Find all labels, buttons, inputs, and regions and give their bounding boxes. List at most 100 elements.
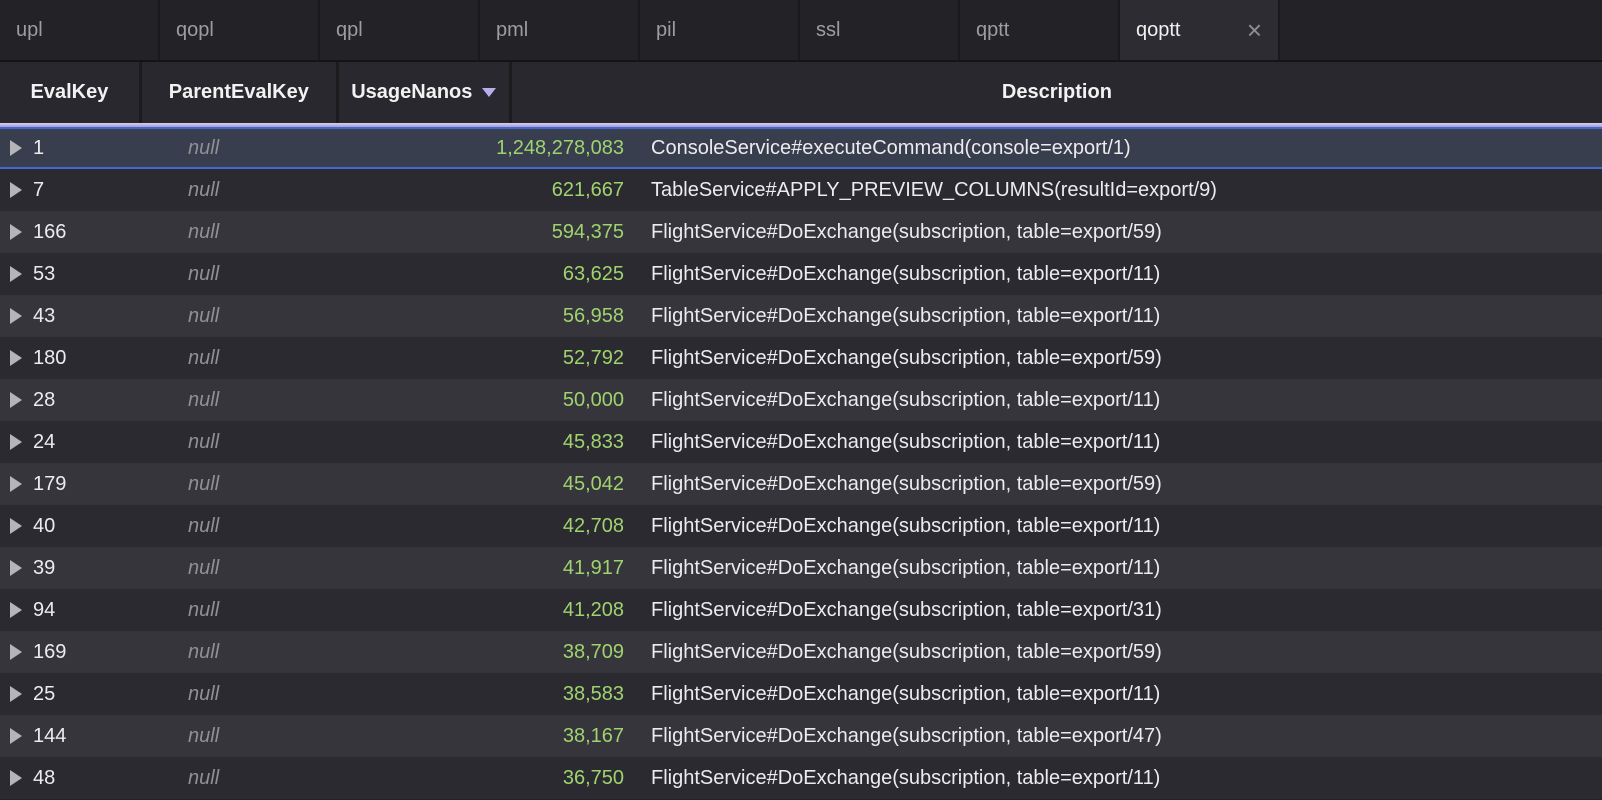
expand-row-icon[interactable] bbox=[10, 728, 22, 744]
expand-row-icon[interactable] bbox=[10, 476, 22, 492]
column-header-description[interactable]: Description bbox=[512, 62, 1602, 123]
table-row[interactable]: 169 null 38,709 FlightService#DoExchange… bbox=[0, 631, 1602, 673]
evalkey-cell: 1 bbox=[0, 137, 177, 160]
parent-evalkey-value: null bbox=[177, 557, 423, 580]
parent-evalkey-value: null bbox=[177, 263, 423, 286]
parent-evalkey-value: null bbox=[177, 137, 423, 160]
usage-nanos-value: 45,042 bbox=[423, 473, 639, 496]
expand-row-icon[interactable] bbox=[10, 602, 22, 618]
usage-nanos-value: 56,958 bbox=[423, 305, 639, 328]
expand-row-icon[interactable] bbox=[10, 518, 22, 534]
table-row[interactable]: 166 null 594,375 FlightService#DoExchang… bbox=[0, 211, 1602, 253]
evalkey-cell: 179 bbox=[0, 473, 177, 496]
tab-label: upl bbox=[16, 19, 43, 42]
expand-row-icon[interactable] bbox=[10, 308, 22, 324]
usage-nanos-value: 42,708 bbox=[423, 515, 639, 538]
description-value: FlightService#DoExchange(subscription, t… bbox=[639, 347, 1602, 370]
close-icon[interactable]: × bbox=[1247, 20, 1262, 40]
expand-row-icon[interactable] bbox=[10, 686, 22, 702]
expand-row-icon[interactable] bbox=[10, 434, 22, 450]
description-value: FlightService#DoExchange(subscription, t… bbox=[639, 767, 1602, 790]
evalkey-cell: 180 bbox=[0, 347, 177, 370]
description-value: FlightService#DoExchange(subscription, t… bbox=[639, 431, 1602, 454]
table-row[interactable]: 179 null 45,042 FlightService#DoExchange… bbox=[0, 463, 1602, 505]
table-row[interactable]: 1 null 1,248,278,083 ConsoleService#exec… bbox=[0, 127, 1602, 169]
evalkey-value: 94 bbox=[33, 599, 55, 622]
table-row[interactable]: 180 null 52,792 FlightService#DoExchange… bbox=[0, 337, 1602, 379]
expand-row-icon[interactable] bbox=[10, 392, 22, 408]
parent-evalkey-value: null bbox=[177, 515, 423, 538]
column-header-parentevalkey[interactable]: ParentEvalKey bbox=[142, 62, 339, 123]
tab-qoptt[interactable]: qoptt × bbox=[1120, 0, 1280, 60]
table-row[interactable]: 40 null 42,708 FlightService#DoExchange(… bbox=[0, 505, 1602, 547]
expand-row-icon[interactable] bbox=[10, 140, 22, 156]
evalkey-cell: 25 bbox=[0, 683, 177, 706]
evalkey-value: 25 bbox=[33, 683, 55, 706]
column-header-label: EvalKey bbox=[31, 81, 109, 104]
tab-label: qpl bbox=[336, 19, 363, 42]
table-row[interactable]: 144 null 38,167 FlightService#DoExchange… bbox=[0, 715, 1602, 757]
usage-nanos-value: 36,750 bbox=[423, 767, 639, 790]
parent-evalkey-value: null bbox=[177, 767, 423, 790]
table-row[interactable]: 24 null 45,833 FlightService#DoExchange(… bbox=[0, 421, 1602, 463]
tab-label: qopl bbox=[176, 19, 214, 42]
table-row[interactable]: 28 null 50,000 FlightService#DoExchange(… bbox=[0, 379, 1602, 421]
evalkey-value: 1 bbox=[33, 137, 44, 160]
evalkey-cell: 28 bbox=[0, 389, 177, 412]
evalkey-value: 48 bbox=[33, 767, 55, 790]
column-header-usagenanos[interactable]: UsageNanos bbox=[339, 62, 512, 123]
parent-evalkey-value: null bbox=[177, 179, 423, 202]
evalkey-value: 53 bbox=[33, 263, 55, 286]
expand-row-icon[interactable] bbox=[10, 644, 22, 660]
tab-upl[interactable]: upl bbox=[0, 0, 160, 60]
tab-qpl[interactable]: qpl bbox=[320, 0, 480, 60]
parent-evalkey-value: null bbox=[177, 389, 423, 412]
table-row[interactable]: 43 null 56,958 FlightService#DoExchange(… bbox=[0, 295, 1602, 337]
parent-evalkey-value: null bbox=[177, 431, 423, 454]
tab-label: pil bbox=[656, 19, 676, 42]
evalkey-cell: 169 bbox=[0, 641, 177, 664]
column-header-evalkey[interactable]: EvalKey bbox=[0, 62, 142, 123]
expand-row-icon[interactable] bbox=[10, 266, 22, 282]
evalkey-cell: 166 bbox=[0, 221, 177, 244]
expand-row-icon[interactable] bbox=[10, 560, 22, 576]
tab-qptt[interactable]: qptt bbox=[960, 0, 1120, 60]
expand-row-icon[interactable] bbox=[10, 224, 22, 240]
expand-row-icon[interactable] bbox=[10, 182, 22, 198]
tab-ssl[interactable]: ssl bbox=[800, 0, 960, 60]
evalkey-cell: 43 bbox=[0, 305, 177, 328]
tab-label: qoptt bbox=[1136, 19, 1180, 42]
description-value: FlightService#DoExchange(subscription, t… bbox=[639, 683, 1602, 706]
evalkey-cell: 40 bbox=[0, 515, 177, 538]
table-row[interactable]: 94 null 41,208 FlightService#DoExchange(… bbox=[0, 589, 1602, 631]
parent-evalkey-value: null bbox=[177, 683, 423, 706]
evalkey-cell: 94 bbox=[0, 599, 177, 622]
usage-nanos-value: 63,625 bbox=[423, 263, 639, 286]
evalkey-cell: 24 bbox=[0, 431, 177, 454]
usage-nanos-value: 41,208 bbox=[423, 599, 639, 622]
description-value: FlightService#DoExchange(subscription, t… bbox=[639, 305, 1602, 328]
usage-nanos-value: 50,000 bbox=[423, 389, 639, 412]
table-row[interactable]: 48 null 36,750 FlightService#DoExchange(… bbox=[0, 757, 1602, 799]
evalkey-value: 40 bbox=[33, 515, 55, 538]
usage-nanos-value: 38,167 bbox=[423, 725, 639, 748]
column-header-label: UsageNanos bbox=[351, 81, 472, 104]
table-row[interactable]: 53 null 63,625 FlightService#DoExchange(… bbox=[0, 253, 1602, 295]
tab-qopl[interactable]: qopl bbox=[160, 0, 320, 60]
evalkey-value: 169 bbox=[33, 641, 66, 664]
usage-nanos-value: 1,248,278,083 bbox=[423, 137, 639, 160]
usage-nanos-value: 621,667 bbox=[423, 179, 639, 202]
table-row[interactable]: 39 null 41,917 FlightService#DoExchange(… bbox=[0, 547, 1602, 589]
usage-nanos-value: 38,709 bbox=[423, 641, 639, 664]
expand-row-icon[interactable] bbox=[10, 770, 22, 786]
tab-pml[interactable]: pml bbox=[480, 0, 640, 60]
evalkey-value: 28 bbox=[33, 389, 55, 412]
parent-evalkey-value: null bbox=[177, 347, 423, 370]
tab-pil[interactable]: pil bbox=[640, 0, 800, 60]
expand-row-icon[interactable] bbox=[10, 350, 22, 366]
evalkey-cell: 48 bbox=[0, 767, 177, 790]
parent-evalkey-value: null bbox=[177, 641, 423, 664]
table-row[interactable]: 7 null 621,667 TableService#APPLY_PREVIE… bbox=[0, 169, 1602, 211]
table-row[interactable]: 25 null 38,583 FlightService#DoExchange(… bbox=[0, 673, 1602, 715]
description-value: FlightService#DoExchange(subscription, t… bbox=[639, 557, 1602, 580]
